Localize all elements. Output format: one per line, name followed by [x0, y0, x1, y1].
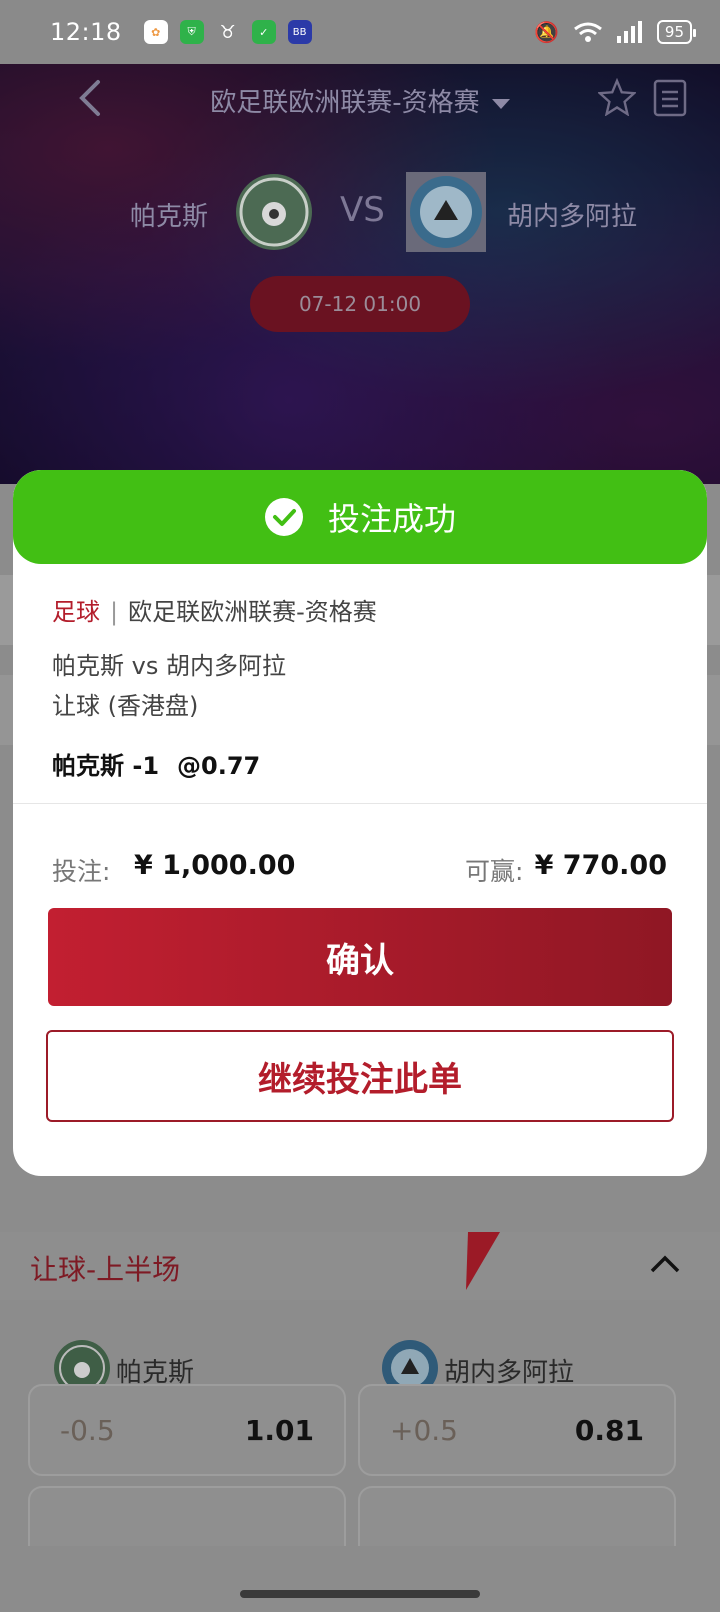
odds-option-away[interactable]: +0.5 0.81 [358, 1384, 676, 1476]
bull-app-icon: ♉ [219, 21, 236, 43]
potential-win-amount: ¥ 770.00 [534, 850, 667, 881]
bet-record-icon[interactable] [652, 78, 688, 118]
status-indicators: 🔕 95 [534, 20, 697, 44]
odds-option-home[interactable]: -0.5 1.01 [28, 1384, 346, 1476]
confirm-button[interactable]: 确认 [48, 908, 672, 1006]
bet-league: 欧足联欧洲联赛-资格赛 [128, 598, 377, 626]
bet-market: 让球 (香港盘) [52, 692, 199, 720]
dialog-title: 投注成功 [327, 500, 456, 538]
potential-win-label: 可赢: [465, 857, 524, 886]
status-app-icons: ✿ ⛨ ♉ ✓ BB [143, 20, 312, 44]
divider [13, 803, 707, 804]
bet-selection: 帕克斯 -1 @0.77 [52, 746, 260, 781]
signal-icon [616, 21, 642, 43]
mute-icon: 🔕 [534, 20, 559, 44]
caret-down-icon [491, 98, 510, 109]
versus-label: VS [340, 190, 385, 230]
odds-value: 1.01 [244, 1414, 314, 1447]
security-app-icon: ✓ [251, 20, 276, 44]
stake-amount: ¥ 1,000.00 [134, 850, 296, 881]
odds-option-row-partial[interactable] [358, 1486, 676, 1546]
section-title: 让球-上半场 [30, 1253, 181, 1286]
odds-value: 0.81 [574, 1414, 644, 1447]
continue-bet-button[interactable]: 继续投注此单 [46, 1030, 674, 1122]
wifi-icon [573, 22, 602, 42]
match-time-badge: 07-12 01:00 [250, 276, 470, 332]
away-team-name: 胡内多阿拉 [507, 202, 638, 232]
odds-handicap: -0.5 [60, 1414, 115, 1447]
section-flag-icon [466, 1232, 500, 1290]
sport-tag: 足球 [52, 598, 100, 626]
bb-app-icon: BB [287, 20, 312, 44]
battery-indicator: 95 [656, 20, 697, 44]
home-team-logo [236, 174, 312, 250]
status-time: 12:18 [50, 18, 122, 46]
selection-odds: @0.77 [177, 752, 261, 780]
odds-option-row-partial[interactable] [28, 1486, 346, 1546]
check-circle-icon [264, 498, 303, 536]
stake-label: 投注: [52, 857, 111, 886]
dialog-header: 投注成功 [13, 470, 707, 564]
favorite-star-icon[interactable] [598, 78, 636, 116]
status-bar: 12:18 ✿ ⛨ ♉ ✓ BB 🔕 95 [0, 0, 720, 64]
odds-handicap: +0.5 [390, 1414, 458, 1447]
selection-label: 帕克斯 -1 [52, 752, 160, 780]
league-title: 欧足联欧洲联赛-资格赛 [210, 88, 480, 118]
bet-match: 帕克斯 vs 胡内多阿拉 [52, 652, 286, 680]
bet-sport-league: 足球 | 欧足联欧洲联赛-资格赛 [52, 592, 377, 627]
sport-separator: | [110, 598, 119, 626]
app-store-icon: ✿ [143, 20, 168, 44]
match-header: 欧足联欧洲联赛-资格赛 帕克斯 VS 胡内多阿拉 07-12 01:00 [0, 64, 720, 484]
home-gesture-bar[interactable] [240, 1590, 480, 1598]
away-team-logo [406, 172, 486, 252]
chevron-up-icon[interactable] [650, 1254, 680, 1274]
system-nav-bar [0, 1564, 720, 1612]
shield-app-icon: ⛨ [179, 20, 204, 44]
home-team-name: 帕克斯 [130, 202, 209, 232]
bet-success-dialog: 投注成功 足球 | 欧足联欧洲联赛-资格赛 帕克斯 vs 胡内多阿拉 让球 (香港盘… [13, 470, 707, 1176]
